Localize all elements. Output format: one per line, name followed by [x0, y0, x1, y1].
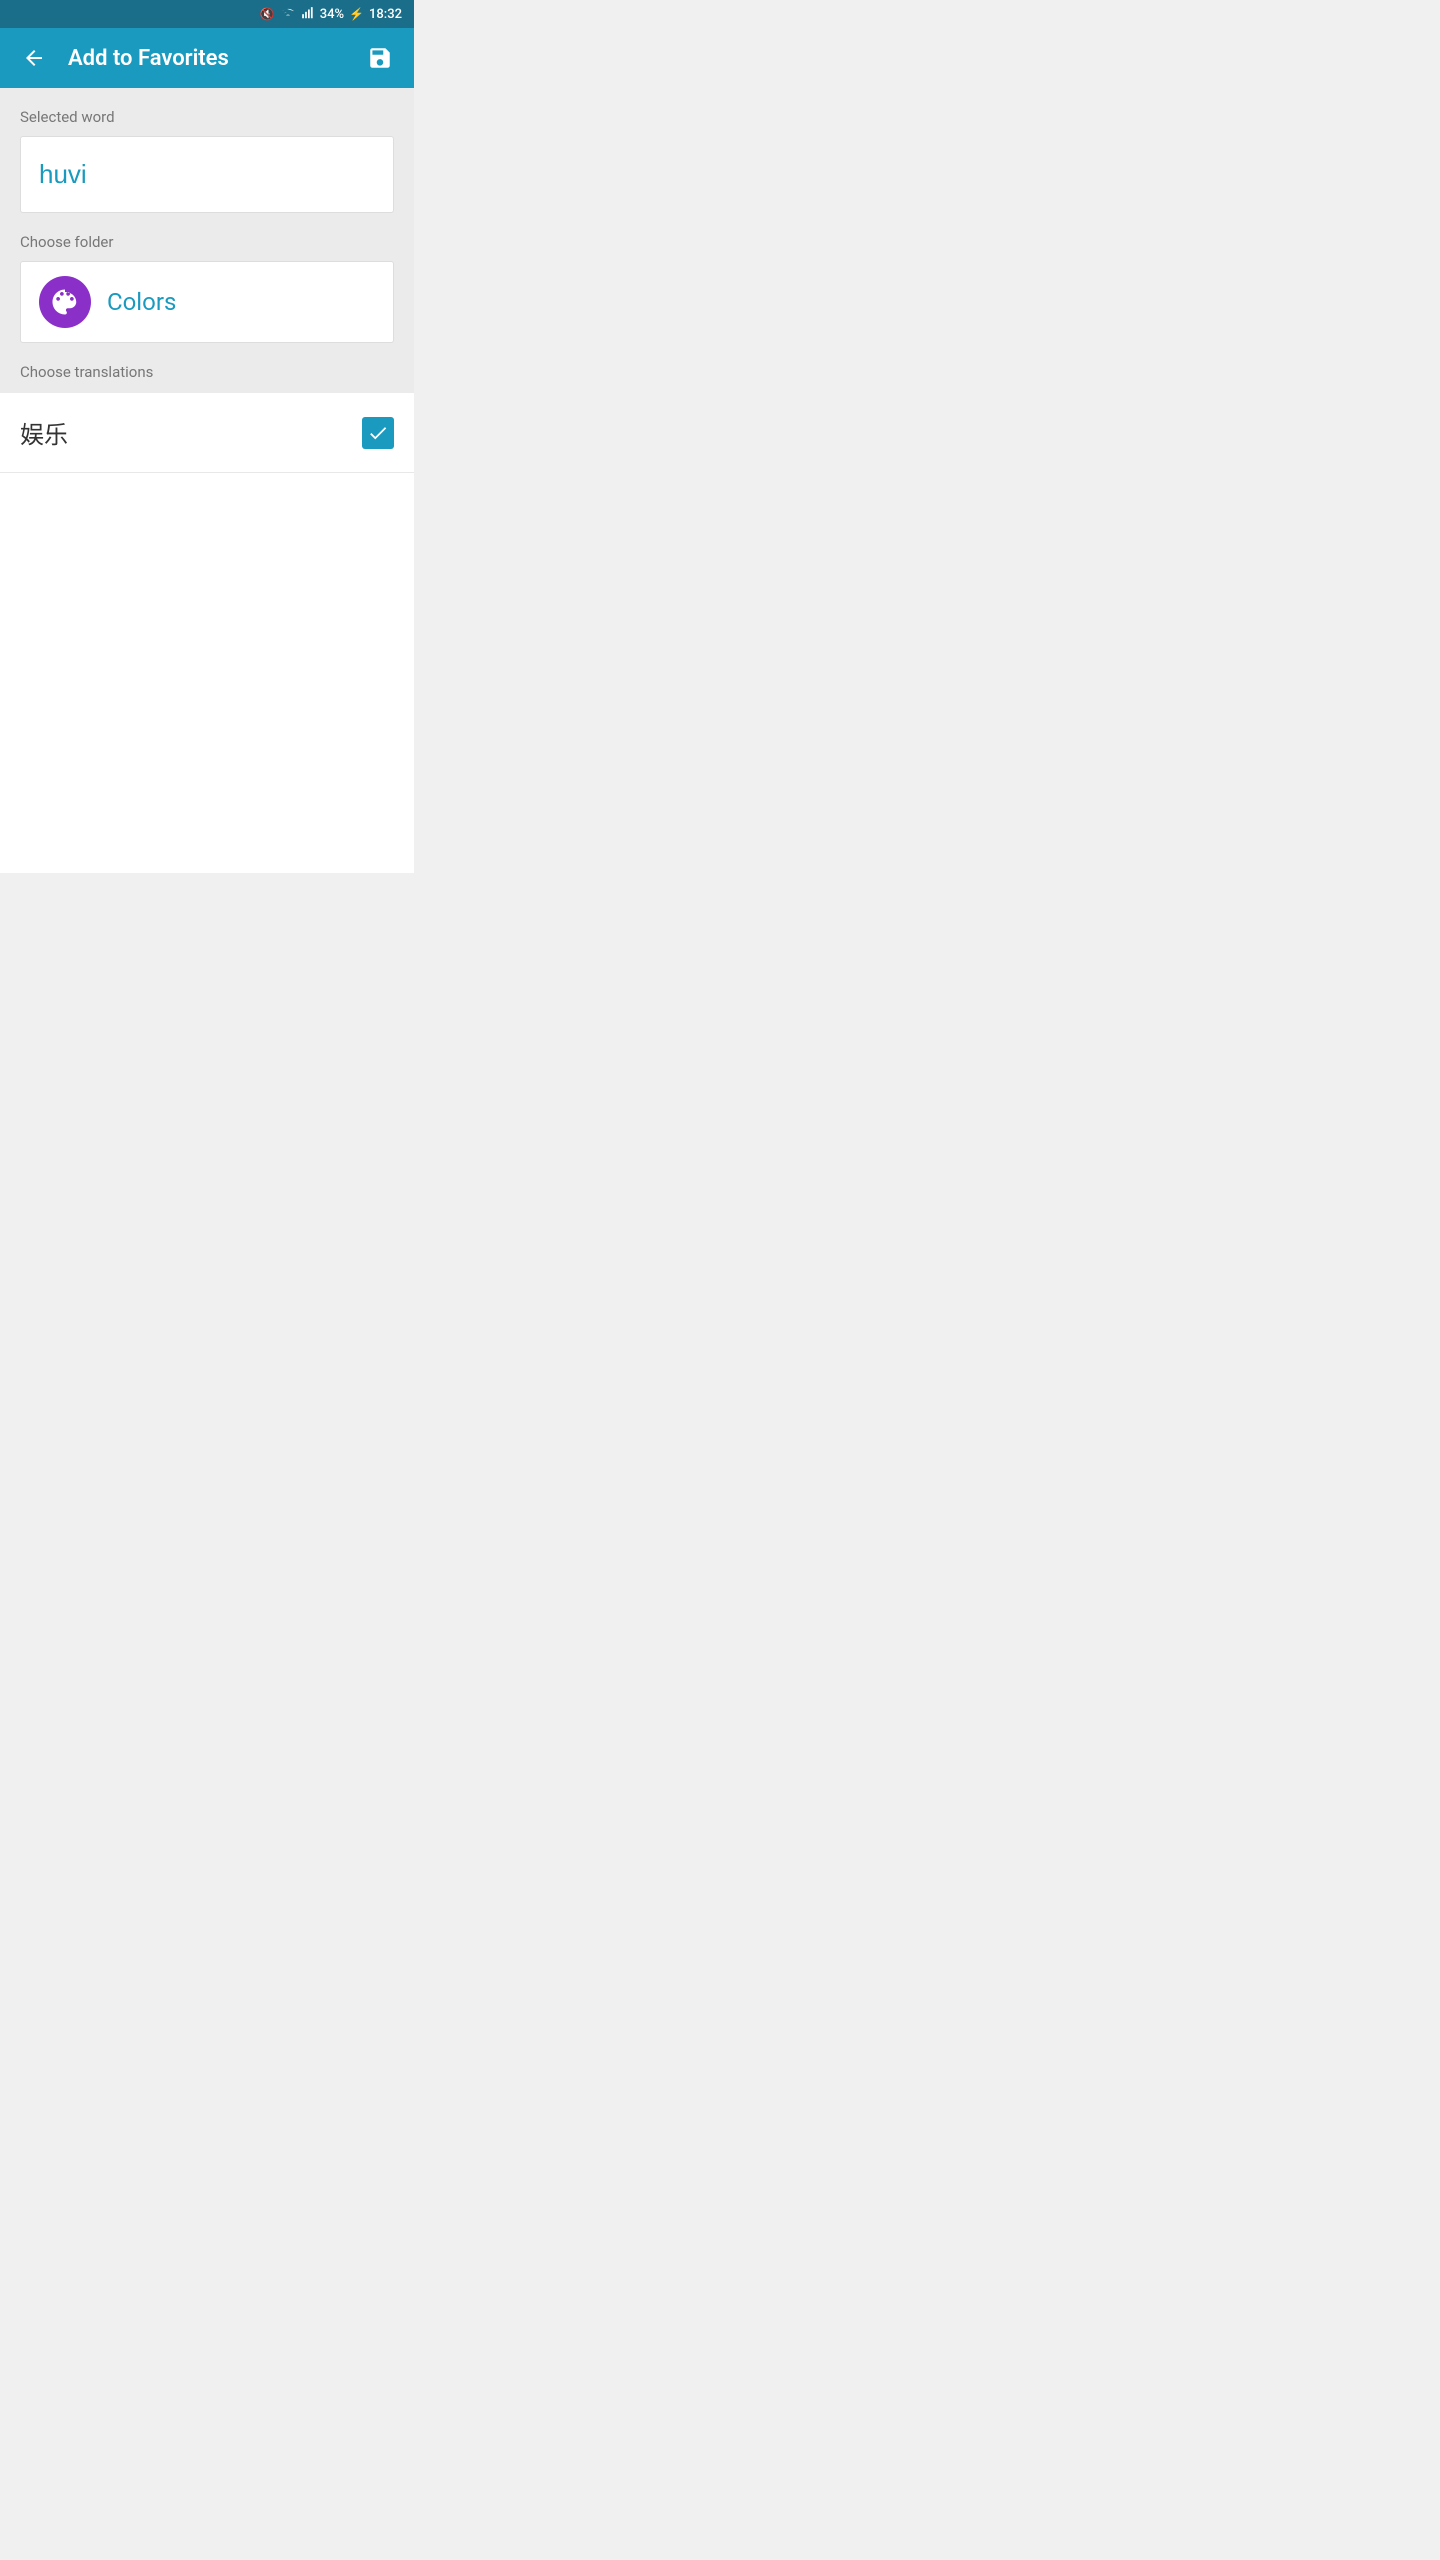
choose-translations-label: Choose translations: [20, 363, 394, 393]
app-bar-title: Add to Favorites: [68, 46, 229, 71]
mute-icon: 🔇: [260, 7, 275, 21]
translation-item[interactable]: 娱乐: [0, 393, 414, 473]
content-area: Selected word Choose folder Colors Choos…: [0, 88, 414, 393]
bottom-area: [0, 473, 414, 873]
selected-word-label: Selected word: [20, 108, 394, 126]
back-button[interactable]: [16, 40, 52, 76]
time-text: 18:32: [369, 7, 402, 22]
selected-word-input[interactable]: [20, 136, 394, 213]
folder-icon-circle: [39, 276, 91, 328]
wifi-icon: [280, 6, 296, 23]
app-bar: Add to Favorites: [0, 28, 414, 88]
status-icons: 🔇 34% ⚡ 18:32: [260, 6, 402, 23]
folder-select-button[interactable]: Colors: [20, 261, 394, 343]
translation-text: 娱乐: [20, 415, 68, 450]
save-button[interactable]: [362, 40, 398, 76]
battery-icon: ⚡: [349, 7, 364, 21]
signal-icon: [301, 6, 315, 23]
folder-name-text: Colors: [107, 288, 176, 316]
translations-list: 娱乐: [0, 393, 414, 473]
status-bar: 🔇 34% ⚡ 18:32: [0, 0, 414, 28]
translation-checkbox[interactable]: [362, 417, 394, 449]
battery-text: 34%: [320, 7, 344, 22]
choose-folder-label: Choose folder: [20, 233, 394, 251]
